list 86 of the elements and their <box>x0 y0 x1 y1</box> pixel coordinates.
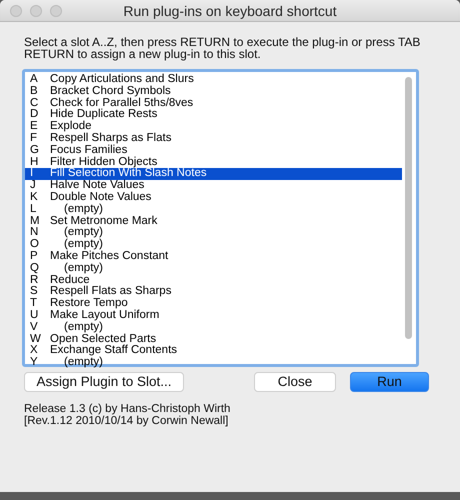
slot-row[interactable]: E Explode <box>25 121 402 133</box>
slot-key: V <box>30 322 50 334</box>
slot-name: Respell Sharps as Flats <box>50 132 172 144</box>
slot-key: E <box>30 121 50 133</box>
slot-name: Make Pitches Constant <box>50 250 168 262</box>
slot-key: C <box>30 98 50 110</box>
slot-row[interactable]: V (empty) <box>25 322 402 334</box>
slot-name: Restore Tempo <box>50 298 128 310</box>
slot-key: I <box>30 168 50 180</box>
slot-key: M <box>30 216 50 228</box>
slot-name: Make Layout Uniform <box>50 310 160 322</box>
slot-name: Focus Families <box>50 144 128 156</box>
slot-row[interactable]: X Exchange Staff Contents <box>25 345 402 358</box>
slot-name: Open Selected Parts <box>50 334 156 345</box>
slot-row[interactable]: F Respell Sharps as Flats <box>25 132 402 145</box>
minimize-window-button[interactable] <box>30 4 42 16</box>
scroll-thumb[interactable] <box>405 77 412 339</box>
slot-name: Check for Parallel 5ths/8ves <box>50 98 194 109</box>
dialog-button[interactable]: Close <box>254 372 336 392</box>
slot-row[interactable]: P Make Pitches Constant <box>25 250 402 263</box>
slot-key: F <box>30 132 50 145</box>
slot-row[interactable]: G Focus Families <box>25 144 402 157</box>
slot-row[interactable]: L (empty) <box>25 204 402 216</box>
slot-row[interactable]: C Check for Parallel 5ths/8ves <box>25 98 402 110</box>
slot-row[interactable]: D Hide Duplicate Rests <box>25 109 402 122</box>
slot-name: Halve Note Values <box>50 180 144 192</box>
slot-key: O <box>30 239 50 251</box>
slot-key: T <box>30 298 50 310</box>
slot-name: (empty) <box>63 227 103 238</box>
slot-name: Hide Duplicate Rests <box>50 109 158 120</box>
slot-row[interactable]: U Make Layout Uniform <box>25 310 402 322</box>
slot-name: (empty) <box>63 357 103 369</box>
slot-name: Fill Selection With Slash Notes <box>50 168 207 180</box>
slot-row[interactable]: O (empty) <box>25 239 402 251</box>
window-title: Run plug-ins on keyboard shortcut <box>122 2 338 18</box>
slot-row[interactable]: S Respell Flats as Sharps <box>25 286 402 298</box>
slot-name: Explode <box>50 121 92 132</box>
slot-row[interactable]: A Copy Articulations and Slurs <box>25 74 402 86</box>
slot-name: (empty) <box>63 204 103 216</box>
slot-key: Q <box>30 262 50 275</box>
slot-row[interactable]: J Halve Note Values <box>25 180 402 192</box>
slot-name: Filter Hidden Objects <box>50 156 158 168</box>
slot-key: G <box>30 144 50 157</box>
slot-key: N <box>30 227 50 240</box>
slot-row[interactable]: Q (empty) <box>25 262 402 275</box>
slot-row[interactable]: W Open Selected Parts <box>25 334 402 346</box>
slot-key: H <box>30 156 50 168</box>
instructions-text: Select a slot A..Z, then press RETURN to execute the plug-in or press TAB RETURN to assign a new plug-in to this slot. <box>24 36 422 60</box>
slot-row[interactable]: B Bracket Chord Symbols <box>25 86 402 98</box>
slot-key: J <box>30 180 50 192</box>
slot-key: Y <box>30 357 50 369</box>
dialog-button[interactable]: Assign Plugin to Slot... <box>24 372 184 392</box>
slot-name: Bracket Chord Symbols <box>50 86 171 98</box>
slot-name: (empty) <box>63 322 103 334</box>
slot-key: B <box>30 86 50 98</box>
slot-key: S <box>30 286 50 298</box>
slot-key: P <box>30 250 50 263</box>
credits-text: Release 1.3 (c) by Hans-Christoph Wirth <box>24 404 232 416</box>
zoom-window-button[interactable] <box>50 4 62 16</box>
credits-text: [Rev.1.12 2010/10/14 by Corwin Newall] <box>24 416 230 427</box>
slot-name: Reduce <box>50 274 90 286</box>
slot-key: K <box>30 192 50 204</box>
slot-key: X <box>30 345 50 358</box>
slot-name: Respell Flats as Sharps <box>50 286 172 298</box>
slot-row[interactable]: H Filter Hidden Objects <box>25 156 402 168</box>
slot-name: (empty) <box>63 239 103 250</box>
slot-name: (empty) <box>63 262 103 274</box>
slot-row[interactable]: Y (empty) <box>25 357 402 369</box>
slot-key: D <box>30 109 50 122</box>
slot-key: U <box>30 310 50 322</box>
slot-key: L <box>30 204 50 216</box>
slot-name: Set Metronome Mark <box>50 216 158 227</box>
slot-key: A <box>30 74 50 86</box>
slot-name: Copy Articulations and Slurs <box>50 74 194 86</box>
slot-row[interactable]: N (empty) <box>25 227 402 240</box>
slot-row[interactable]: T Restore Tempo <box>25 298 402 310</box>
default-button[interactable]: Run <box>350 372 429 392</box>
slot-name: Exchange Staff Contents <box>50 345 178 356</box>
slot-row[interactable]: M Set Metronome Mark <box>25 216 402 228</box>
slot-row[interactable]: K Double Note Values <box>25 192 402 204</box>
slot-row[interactable]: R Reduce <box>25 274 402 286</box>
slot-name: Double Note Values <box>50 192 152 204</box>
slot-key: W <box>30 334 50 346</box>
slot-key: R <box>30 274 50 286</box>
close-window-button[interactable] <box>10 4 22 16</box>
slot-row[interactable]: I Fill Selection With Slash Notes <box>25 168 402 180</box>
